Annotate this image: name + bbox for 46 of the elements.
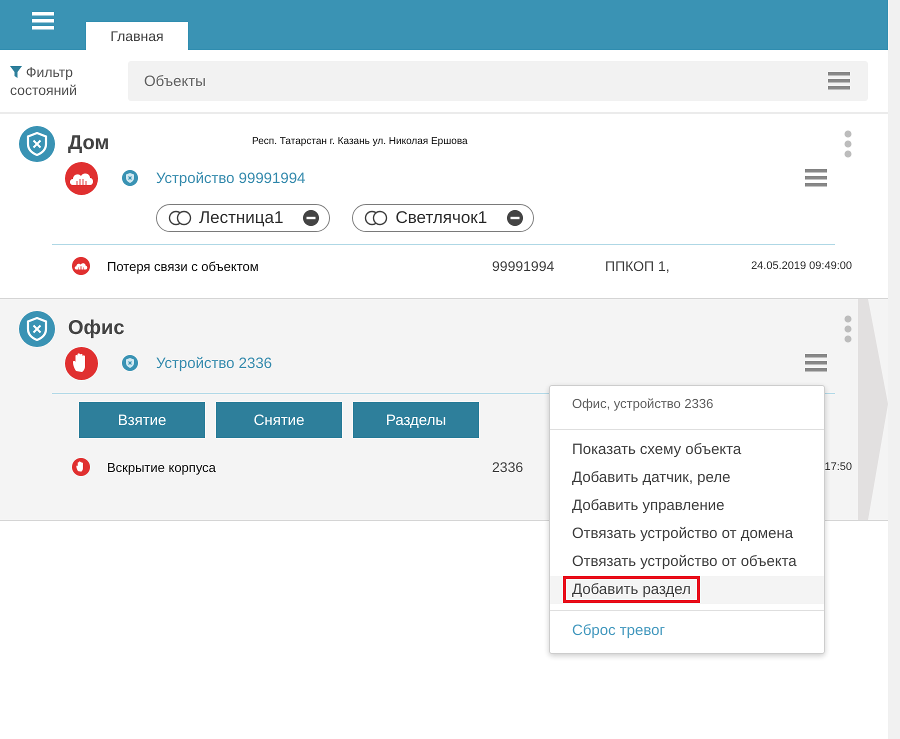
action-button[interactable]: Взятие bbox=[79, 402, 205, 438]
event-code: 2336 bbox=[492, 459, 524, 475]
cloud-alarm-icon bbox=[72, 257, 90, 275]
menu-item[interactable]: Добавить раздел bbox=[550, 576, 824, 604]
event-code: 99991994 bbox=[492, 258, 554, 274]
filter-icon bbox=[10, 66, 22, 78]
event-time: 24.05.2019 09:49:00 bbox=[751, 260, 852, 272]
event-device: ППКОП 1, bbox=[605, 258, 670, 274]
tab[interactable]: Главная bbox=[86, 22, 188, 50]
scrollbar-track[interactable] bbox=[888, 0, 900, 739]
menu-icon[interactable] bbox=[805, 354, 827, 372]
object-address: Респ. Татарстан г. Казань ул. Николая Ершова bbox=[252, 136, 468, 147]
remove-icon[interactable] bbox=[507, 210, 524, 226]
cloud-alarm-icon bbox=[65, 162, 98, 194]
event-text: Потеря связи с объектом bbox=[107, 258, 259, 274]
zone-chip[interactable]: Лестница1 bbox=[156, 204, 330, 232]
object-title: Офис bbox=[68, 317, 126, 340]
shield-icon bbox=[19, 126, 55, 162]
menu-icon[interactable] bbox=[32, 12, 54, 30]
filter-button[interactable]: Фильтр состояний bbox=[10, 63, 92, 99]
remove-icon[interactable] bbox=[303, 210, 320, 226]
action-button[interactable]: Разделы bbox=[353, 402, 479, 438]
device-link[interactable]: Устройство 99991994 bbox=[156, 170, 306, 186]
toggle-icon[interactable] bbox=[167, 210, 193, 226]
shield-icon bbox=[122, 355, 138, 371]
object-title: Дом bbox=[68, 132, 110, 155]
event-time: 17:50 bbox=[824, 461, 852, 473]
menu-item[interactable]: Отвязать устройство от объекта bbox=[550, 548, 824, 576]
hand-alarm-icon bbox=[72, 458, 90, 476]
toggle-icon[interactable] bbox=[363, 210, 390, 226]
search-field[interactable]: Объекты bbox=[128, 61, 868, 101]
menu-title: Офис, устройство 2336 bbox=[571, 395, 714, 413]
event-text: Вскрытие корпуса bbox=[107, 460, 216, 474]
menu-icon[interactable] bbox=[805, 169, 827, 187]
object-card[interactable]: Дом Респ. Татарстан г. Казань ул. Николая Ершова Устройство 99991994 Лестница1 Светлячок1 Потеря связи с объектом 99991994 ППКОП 1, 24.05.2019 09:49:00 bbox=[0, 114, 888, 298]
zone-chip[interactable]: Светлячок1 bbox=[352, 204, 534, 232]
menu-icon[interactable] bbox=[828, 72, 850, 90]
hand-alarm-icon bbox=[65, 346, 98, 380]
menu-item[interactable]: Показать схему объекта bbox=[550, 436, 824, 464]
action-button[interactable]: Снятие bbox=[216, 402, 342, 438]
menu-item[interactable]: Добавить управление bbox=[550, 492, 824, 520]
more-icon[interactable] bbox=[844, 130, 852, 158]
shield-icon bbox=[122, 170, 138, 186]
menu-item[interactable]: Добавить датчик, реле bbox=[550, 464, 824, 492]
shield-icon bbox=[19, 311, 55, 347]
menu-item[interactable]: Отвязать устройство от домена bbox=[550, 520, 824, 548]
